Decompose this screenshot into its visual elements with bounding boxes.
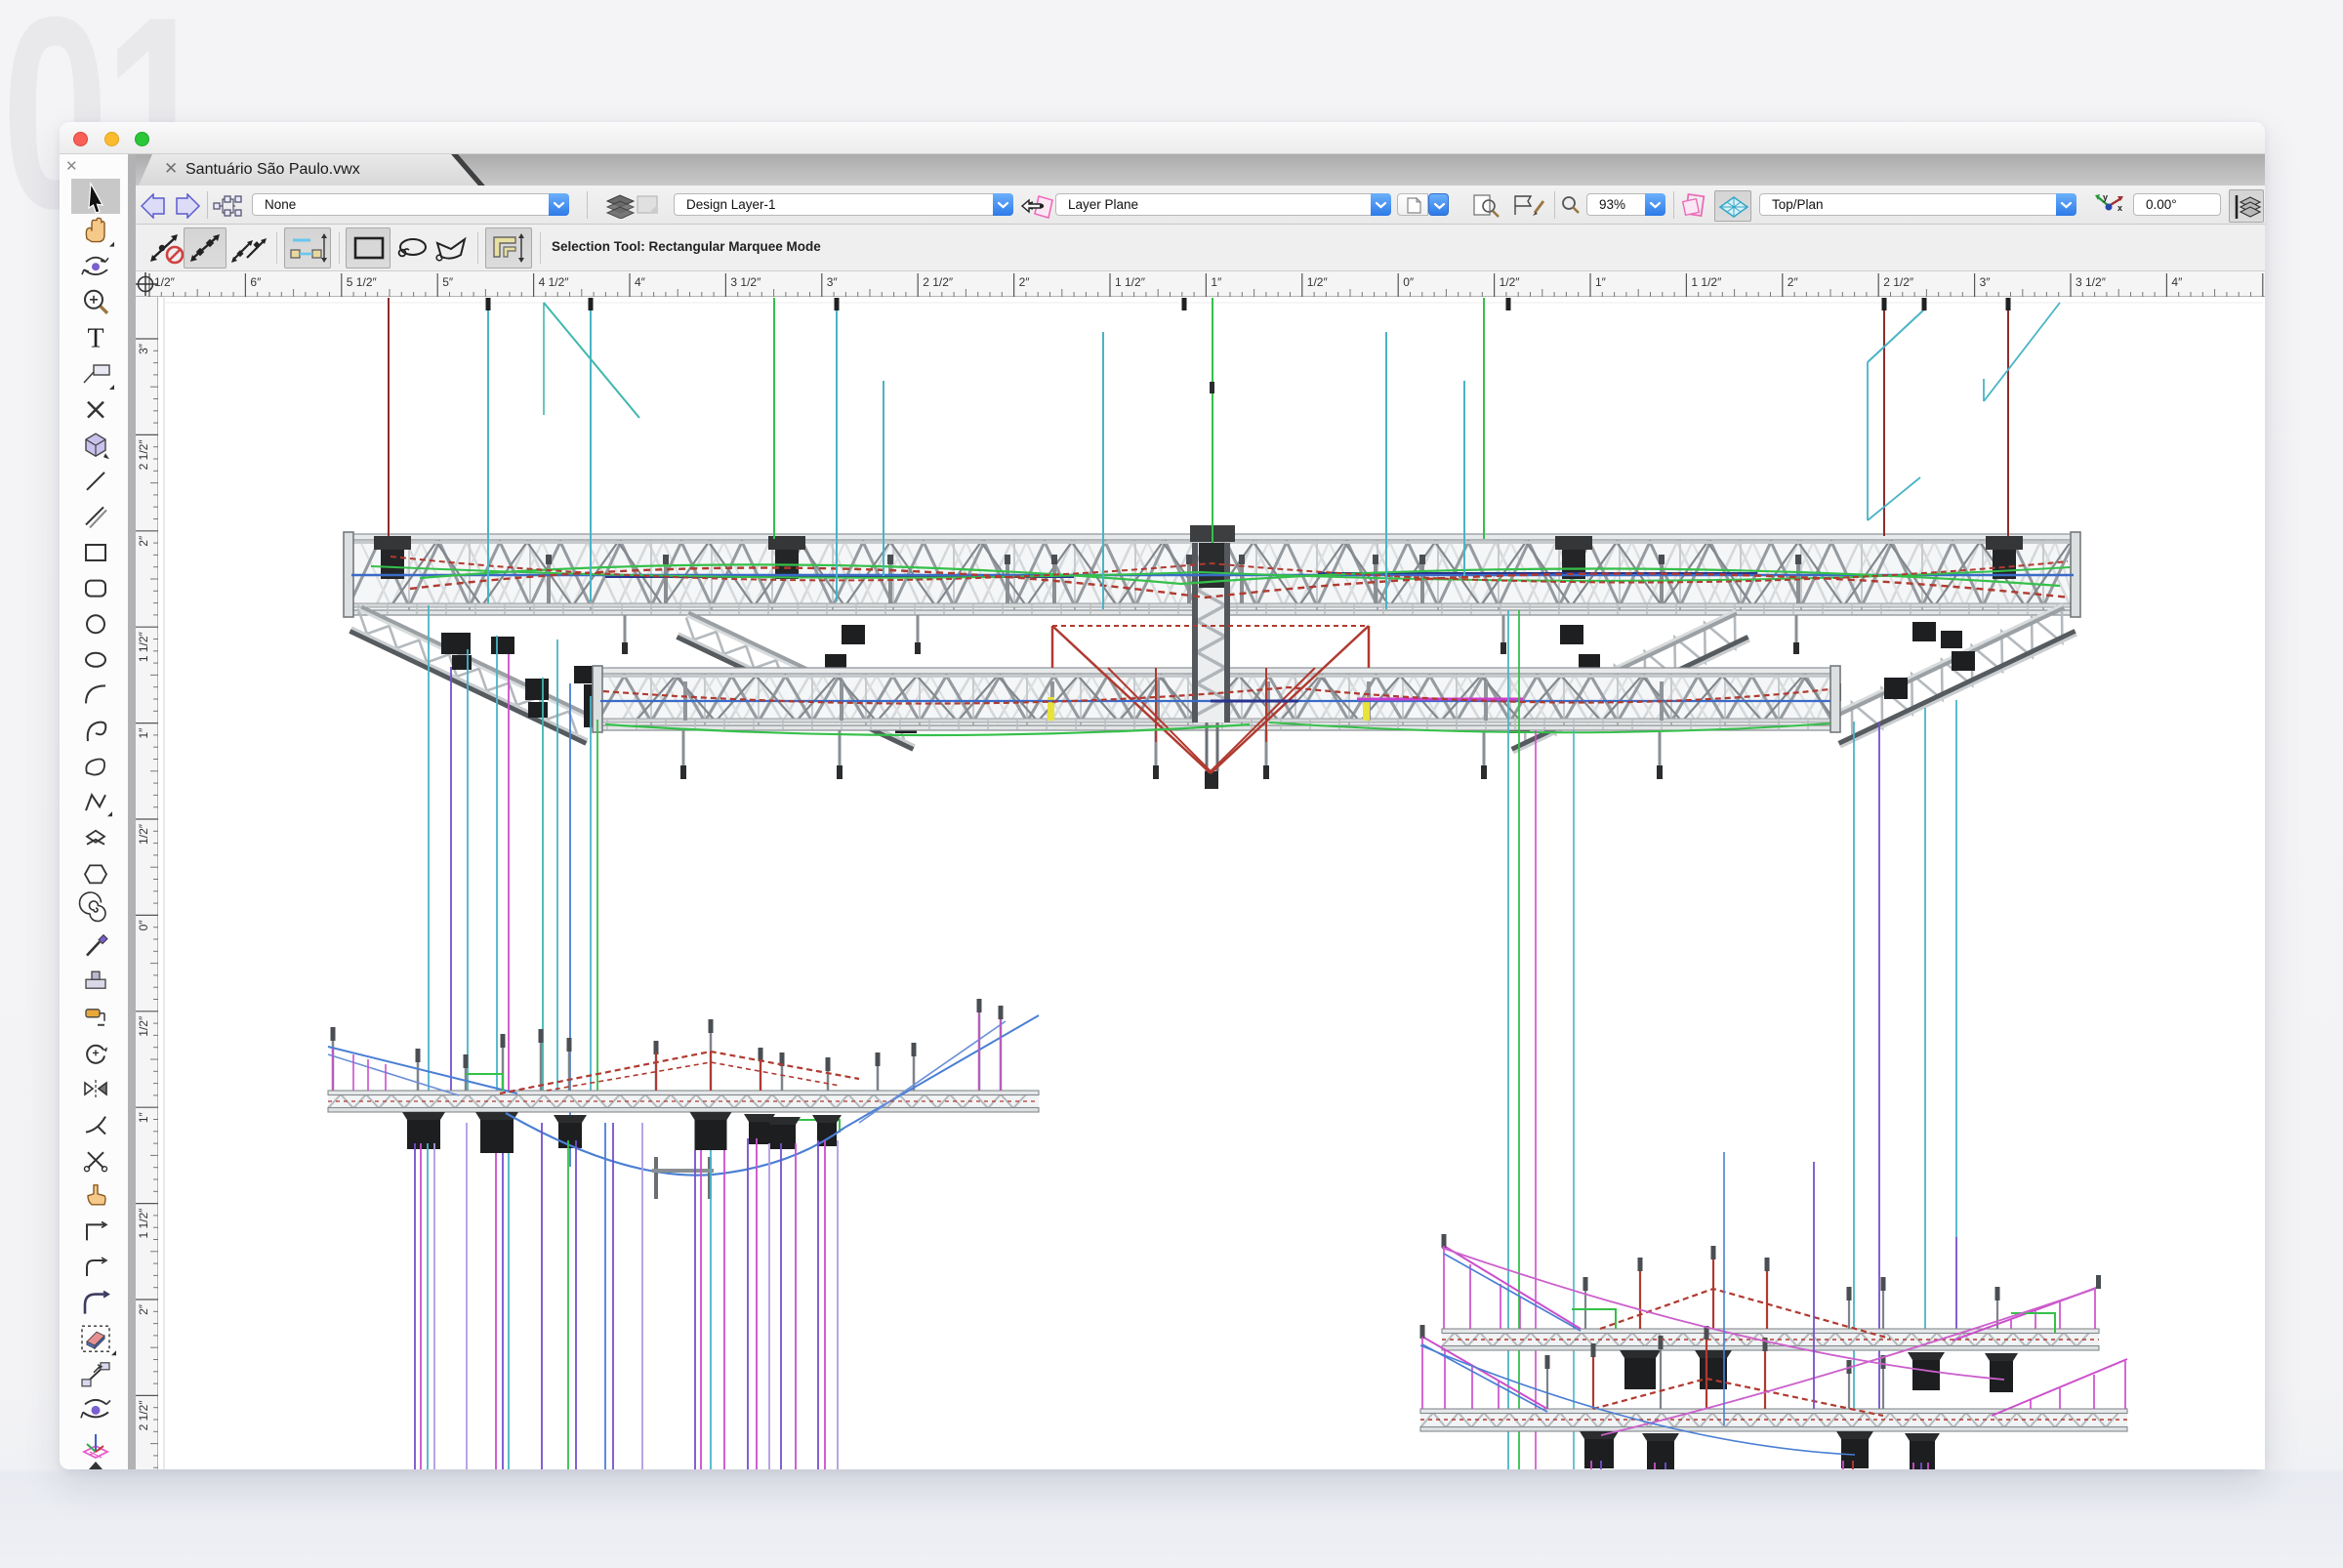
svg-text:x: x — [2117, 203, 2122, 213]
svg-text:1″: 1″ — [1211, 275, 1222, 289]
svg-text:1/2″: 1/2″ — [154, 275, 176, 289]
svg-text:4″: 4″ — [2171, 275, 2183, 289]
svg-text:1/2″: 1/2″ — [1500, 275, 1521, 289]
svg-text:1 1/2″: 1 1/2″ — [137, 631, 150, 662]
svg-text:1 1/2″: 1 1/2″ — [1691, 275, 1722, 289]
svg-text:2 1/2″: 2 1/2″ — [923, 275, 954, 289]
svg-text:y: y — [2103, 192, 2108, 202]
svg-text:1 1/2″: 1 1/2″ — [1115, 275, 1146, 289]
svg-text:2 1/2″: 2 1/2″ — [137, 439, 150, 471]
svg-text:1 1/2″: 1 1/2″ — [137, 1208, 150, 1239]
svg-text:6″: 6″ — [250, 275, 262, 289]
svg-text:3 1/2″: 3 1/2″ — [730, 275, 761, 289]
svg-text:2″: 2″ — [1019, 275, 1031, 289]
svg-text:4″: 4″ — [635, 275, 646, 289]
svg-text:1/2″: 1/2″ — [137, 823, 150, 845]
svg-text:2″: 2″ — [137, 1303, 150, 1315]
svg-text:1″: 1″ — [137, 727, 150, 739]
svg-text:3″: 3″ — [137, 343, 150, 354]
svg-text:0″: 0″ — [137, 920, 150, 931]
svg-text:5″: 5″ — [442, 275, 454, 289]
svg-text:1″: 1″ — [137, 1111, 150, 1123]
svg-text:3 1/2″: 3 1/2″ — [2076, 275, 2107, 289]
svg-text:1/2″: 1/2″ — [137, 1015, 150, 1037]
svg-text:4 1/2″: 4 1/2″ — [539, 275, 570, 289]
svg-text:3″: 3″ — [1980, 275, 1992, 289]
svg-text:1″: 1″ — [1595, 275, 1607, 289]
svg-text:2″: 2″ — [1788, 275, 1799, 289]
svg-text:2 1/2″: 2 1/2″ — [137, 1400, 150, 1431]
svg-text:T: T — [87, 323, 103, 353]
svg-text:5 1/2″: 5 1/2″ — [347, 275, 378, 289]
svg-text:2″: 2″ — [137, 535, 150, 547]
svg-text:0″: 0″ — [1403, 275, 1415, 289]
svg-text:1/2″: 1/2″ — [1307, 275, 1329, 289]
svg-text:3″: 3″ — [827, 275, 839, 289]
svg-text:2 1/2″: 2 1/2″ — [1883, 275, 1914, 289]
